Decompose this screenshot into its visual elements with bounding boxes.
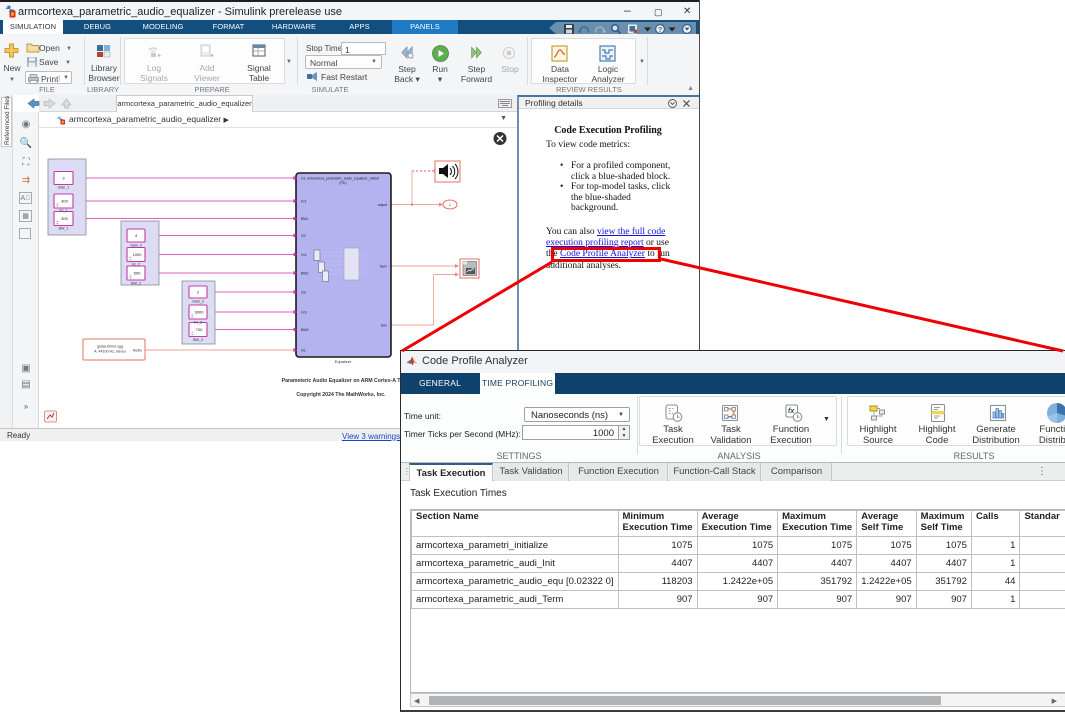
- svg-text:Num: Num: [380, 265, 387, 269]
- svg-text:Fc3: Fc3: [301, 311, 307, 315]
- svg-text:Fc2: Fc2: [301, 253, 307, 257]
- svg-text:BW_1: BW_1: [59, 227, 69, 231]
- svg-text:BW2: BW2: [301, 272, 308, 276]
- svg-text:Fc_2: Fc_2: [132, 263, 140, 267]
- svg-text:Gain_1: Gain_1: [58, 186, 70, 190]
- svg-text:(PIL): (PIL): [339, 181, 346, 185]
- svg-text:G3: G3: [301, 291, 306, 295]
- svg-text:BW_2: BW_2: [131, 282, 141, 286]
- svg-text:500: 500: [134, 271, 141, 276]
- svg-text:Gain_2: Gain_2: [130, 244, 142, 248]
- svg-text:guitar10min.ogg: guitar10min.ogg: [97, 345, 123, 349]
- svg-text:G2: G2: [301, 234, 306, 238]
- svg-text:In1: In1: [301, 349, 306, 353]
- svg-text:Gain_3: Gain_3: [192, 300, 204, 304]
- svg-text:1: 1: [449, 203, 451, 207]
- svg-text:Fc_1: Fc_1: [60, 209, 68, 213]
- svg-text:output: output: [378, 203, 387, 207]
- svg-text:BW3: BW3: [301, 328, 308, 332]
- svg-text:Fc1: Fc1: [301, 200, 307, 204]
- svg-text:Audio: Audio: [133, 349, 142, 353]
- svg-text:Fc_3: Fc_3: [194, 321, 202, 325]
- svg-text:1000: 1000: [133, 252, 143, 257]
- svg-text:BW1: BW1: [301, 217, 308, 221]
- svg-text:300: 300: [61, 216, 68, 221]
- svg-text:A: 44100 Hz, stereo: A: 44100 Hz, stereo: [94, 350, 126, 354]
- svg-text:700: 700: [196, 327, 203, 332]
- svg-text:G1: G1: [301, 177, 306, 181]
- svg-text:300: 300: [61, 199, 68, 204]
- svg-text:?: ?: [658, 24, 663, 33]
- svg-text:Copyright 2024 The MathWorks,: Copyright 2024 The MathWorks, Inc.: [296, 392, 386, 398]
- svg-text:3000: 3000: [195, 310, 205, 315]
- svg-text:Equalizer: Equalizer: [335, 359, 352, 364]
- svg-text:armcortexa_parametric_audio_eq: armcortexa_parametric_audio_equalizer_md…: [307, 177, 379, 181]
- svg-text:Den: Den: [381, 324, 387, 328]
- svg-text:Parameteric Audio Equalizer on: Parameteric Audio Equalizer on ARM Corte…: [282, 378, 402, 384]
- svg-text:BW_3: BW_3: [193, 338, 203, 342]
